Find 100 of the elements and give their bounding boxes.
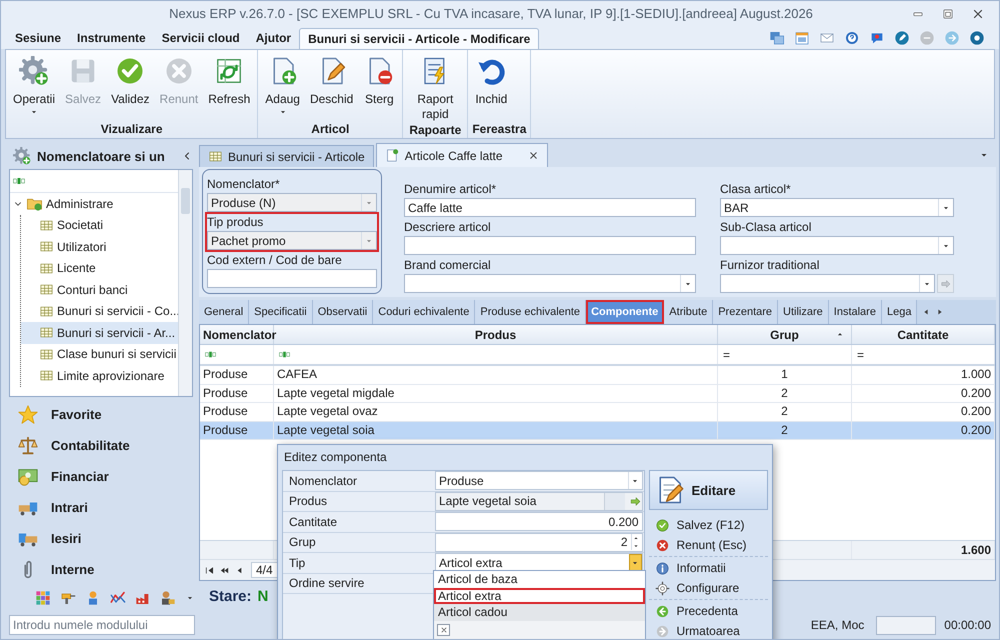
clear-button[interactable] bbox=[437, 624, 450, 636]
sub-tab[interactable]: General bbox=[199, 300, 250, 324]
combo-box[interactable]: Produse bbox=[435, 471, 642, 490]
tree-item[interactable]: Clase bunuri si servicii bbox=[21, 344, 178, 365]
column-header[interactable]: Nomenclator bbox=[200, 325, 274, 344]
ribbon-button[interactable]: Operatii bbox=[9, 52, 60, 121]
sub-tab[interactable]: Specificatii bbox=[249, 300, 313, 324]
action-link[interactable]: Precedenta bbox=[648, 601, 738, 621]
tree-item[interactable]: Societati bbox=[21, 214, 178, 236]
sub-tab[interactable]: Atribute bbox=[664, 300, 714, 324]
record-position: 4/4 bbox=[251, 562, 278, 578]
action-link[interactable]: Configurare bbox=[648, 578, 740, 598]
text-field[interactable] bbox=[207, 269, 377, 288]
document-tab[interactable]: Bunuri si servicii - Articole bbox=[199, 145, 374, 167]
sub-tab[interactable]: Lega bbox=[882, 300, 918, 324]
dropdown-option[interactable]: Articol cadou bbox=[434, 604, 645, 620]
calendar-icon[interactable] bbox=[794, 30, 810, 46]
number-field[interactable]: 0.200 bbox=[435, 512, 642, 532]
ribbon-group-label: Articol bbox=[310, 121, 350, 138]
action-link[interactable]: Salvez (F12) bbox=[648, 515, 745, 535]
scrollbar[interactable] bbox=[178, 170, 192, 396]
spin-field[interactable]: 2 bbox=[435, 532, 642, 552]
field-label: Brand comercial bbox=[404, 257, 492, 274]
lookup-field[interactable]: Lapte vegetal soia bbox=[435, 492, 642, 511]
first-record-icon[interactable] bbox=[204, 564, 215, 576]
text-field[interactable] bbox=[404, 236, 696, 255]
sub-tab[interactable]: Instalare bbox=[828, 300, 882, 324]
edit-header-button[interactable]: Editare bbox=[648, 470, 768, 510]
filter-cell[interactable]: = bbox=[852, 345, 995, 364]
tree-item[interactable]: Bunuri si servicii - Co... bbox=[21, 300, 178, 322]
sub-tab[interactable]: Observatii bbox=[312, 300, 374, 324]
property-label: Produs bbox=[288, 494, 328, 508]
sub-tab[interactable]: Prezentare bbox=[713, 300, 778, 324]
field-label: Cod extern / Cod de bare bbox=[207, 252, 343, 269]
filter-icon[interactable] bbox=[13, 175, 25, 187]
nav-item[interactable]: Intrari bbox=[9, 492, 193, 523]
ribbon-button[interactable]: Sterg bbox=[359, 52, 400, 121]
action-link[interactable]: Urmatoarea bbox=[648, 621, 740, 639]
menu-tab[interactable]: Sesiune bbox=[7, 28, 70, 49]
action-link[interactable]: Renunț (Esc) bbox=[648, 535, 747, 555]
filter-cell[interactable]: = bbox=[718, 345, 852, 364]
field-label: Tip produs bbox=[207, 214, 264, 231]
nav-item[interactable]: Iesiri bbox=[9, 523, 193, 554]
combo-box[interactable]: BAR bbox=[720, 198, 954, 217]
nav-item[interactable]: Financiar bbox=[9, 461, 193, 492]
check-icon bbox=[115, 56, 146, 86]
dropdown-option[interactable]: Articol extra bbox=[434, 588, 645, 604]
help-icon[interactable] bbox=[844, 30, 860, 46]
text-field[interactable]: Caffe latte bbox=[404, 198, 696, 217]
ribbon-button[interactable]: Refresh bbox=[204, 52, 254, 121]
ribbon-button[interactable]: Inchid bbox=[471, 52, 512, 121]
table-row[interactable]: Produse Lapte vegetal migdale 2 0.200 bbox=[200, 384, 995, 403]
column-header[interactable]: Grup bbox=[718, 325, 852, 344]
clock-text: 00:00:00 bbox=[944, 618, 992, 632]
grid-icon[interactable] bbox=[35, 590, 51, 606]
pencil-icon[interactable] bbox=[894, 30, 910, 46]
table-row[interactable]: Produse Lapte vegetal soia 2 0.200 bbox=[200, 422, 995, 440]
tree-item[interactable]: Administrare bbox=[10, 193, 178, 214]
cancel-icon bbox=[164, 56, 194, 86]
person-icon[interactable] bbox=[160, 590, 176, 606]
ribbon-button[interactable]: Deschid bbox=[306, 52, 358, 121]
table-icon bbox=[208, 149, 223, 164]
filter-icon bbox=[279, 349, 290, 360]
star-icon bbox=[17, 404, 39, 426]
ribbon-button[interactable]: Adaug bbox=[261, 52, 304, 121]
table-row[interactable]: Produse CAFEA 1 1.000 bbox=[200, 366, 995, 384]
cancel-icon bbox=[654, 538, 670, 552]
status-label: Stare: bbox=[209, 588, 252, 604]
column-header[interactable]: Cantitate bbox=[852, 325, 995, 344]
arrow-icon bbox=[940, 278, 952, 290]
tree-item[interactable]: Utilizatori bbox=[21, 236, 178, 258]
ribbon-button[interactable]: Validez bbox=[107, 52, 154, 121]
menu-tab[interactable]: Ajutor bbox=[248, 28, 300, 49]
arrow-icon[interactable] bbox=[628, 494, 642, 508]
nav-item[interactable]: Contabilitate bbox=[9, 430, 193, 461]
field-label: Denumire articol* bbox=[404, 181, 498, 198]
restore-icon[interactable] bbox=[941, 6, 955, 20]
nav-item[interactable]: Favorite bbox=[9, 399, 193, 430]
close-icon[interactable] bbox=[528, 150, 539, 161]
module-search-field[interactable]: Introdu numele modulului bbox=[9, 615, 195, 635]
dropdown-option[interactable]: Articol de baza bbox=[434, 571, 645, 588]
tree-item[interactable]: Bunuri si servicii - Ar... bbox=[21, 322, 178, 344]
document-tab[interactable]: Articole Caffe latte bbox=[376, 143, 548, 167]
nav-item[interactable]: Interne bbox=[9, 554, 193, 585]
sub-tab[interactable]: Utilizare bbox=[778, 300, 829, 324]
tree-item[interactable]: Licente bbox=[21, 258, 178, 279]
action-link[interactable]: Informatii bbox=[648, 558, 726, 578]
line-chart-icon[interactable] bbox=[110, 590, 126, 606]
info-icon bbox=[654, 560, 670, 576]
tree-item[interactable]: Conturi banci bbox=[21, 279, 178, 300]
document-icon bbox=[384, 148, 400, 163]
ribbon-button[interactable]: Raport rapid bbox=[406, 52, 464, 122]
sub-tab[interactable]: Coduri echivalente bbox=[373, 300, 476, 324]
windows-icon[interactable] bbox=[769, 30, 785, 46]
menu-tab[interactable]: Servicii cloud bbox=[154, 28, 248, 49]
sub-tab[interactable]: Produse echivalente bbox=[475, 300, 586, 324]
tree-item[interactable]: Limite aprovizionare bbox=[21, 365, 178, 386]
menu-tab[interactable]: Bunuri si servicii - Articole - Modificare bbox=[299, 28, 540, 49]
menu-tab[interactable]: Instrumente bbox=[69, 28, 154, 49]
dropdown-button[interactable] bbox=[628, 554, 642, 572]
